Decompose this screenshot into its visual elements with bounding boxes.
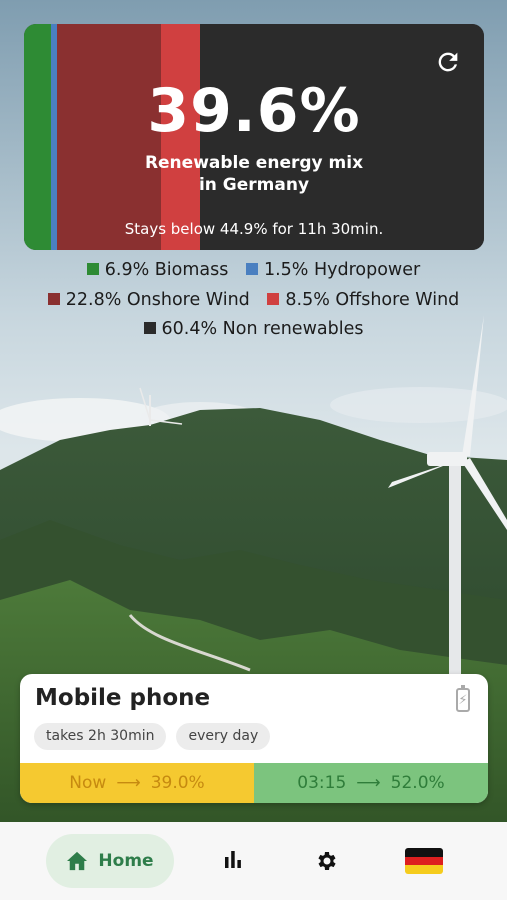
arrow-right-icon: ⟶ — [116, 773, 141, 793]
bottom-nav: Home — [0, 822, 507, 900]
refresh-icon[interactable] — [434, 48, 462, 76]
now-label: Now — [69, 773, 107, 793]
legend-label: 60.4% Non renewables — [161, 319, 364, 339]
swatch-icon — [267, 292, 280, 305]
mix-legend: 6.9% Biomass 1.5% Hydropower 22.8% Onsho… — [0, 256, 507, 345]
legend-label: 8.5% Offshore Wind — [285, 289, 460, 310]
best-time-option[interactable]: 03:15 ⟶ 52.0% — [254, 763, 488, 803]
legend-label: 1.5% Hydropower — [263, 260, 421, 280]
germany-flag-icon[interactable] — [405, 848, 443, 874]
swatch-icon — [245, 263, 258, 275]
legend-row: 6.9% Biomass 1.5% Hydropower — [0, 256, 507, 286]
frequency-chip: every day — [176, 723, 271, 750]
gear-icon[interactable] — [314, 849, 338, 873]
swatch-icon — [86, 263, 99, 275]
arrow-right-icon: ⟶ — [356, 773, 381, 793]
best-time: 03:15 — [297, 773, 347, 793]
swatch-icon — [47, 292, 60, 305]
bar-chart-icon[interactable] — [222, 848, 244, 870]
renewable-percentage: 39.6% — [147, 76, 361, 146]
nav-home[interactable]: Home — [46, 834, 174, 888]
mix-overlay: 39.6% Renewable energy mix in Germany St… — [24, 24, 484, 250]
legend-biomass: 6.9% Biomass — [86, 256, 229, 286]
legend-hydropower: 1.5% Hydropower — [245, 256, 421, 286]
swatch-icon — [143, 322, 156, 334]
mix-title: Renewable energy mix in Germany — [144, 153, 364, 195]
energy-mix-card: 39.6% Renewable energy mix in Germany St… — [24, 24, 484, 250]
device-card[interactable]: Mobile phone ⚡ takes 2h 30min every day … — [20, 674, 488, 803]
nav-home-label: Home — [98, 851, 154, 871]
legend-onshore-wind: 22.8% Onshore Wind — [47, 286, 250, 316]
battery-charging-icon[interactable]: ⚡ — [456, 685, 470, 712]
now-value: 39.0% — [150, 773, 205, 793]
legend-non-renewables: 60.4% Non renewables — [143, 315, 364, 345]
legend-offshore-wind: 8.5% Offshore Wind — [267, 286, 459, 316]
best-value: 52.0% — [390, 773, 445, 793]
legend-row: 22.8% Onshore Wind 8.5% Offshore Wind — [0, 286, 507, 316]
stays-below-text: Stays below 44.9% for 11h 30min. — [124, 220, 384, 238]
legend-label: 22.8% Onshore Wind — [65, 289, 250, 310]
device-name: Mobile phone — [35, 685, 211, 711]
home-icon — [67, 851, 88, 871]
legend-label: 6.9% Biomass — [104, 260, 229, 280]
duration-chip: takes 2h 30min — [34, 723, 167, 750]
now-option[interactable]: Now ⟶ 39.0% — [20, 763, 254, 803]
schedule-bar: Now ⟶ 39.0% 03:15 ⟶ 52.0% — [20, 763, 488, 803]
legend-row: 60.4% Non renewables — [0, 315, 507, 345]
device-chips: takes 2h 30min every day — [34, 723, 271, 750]
